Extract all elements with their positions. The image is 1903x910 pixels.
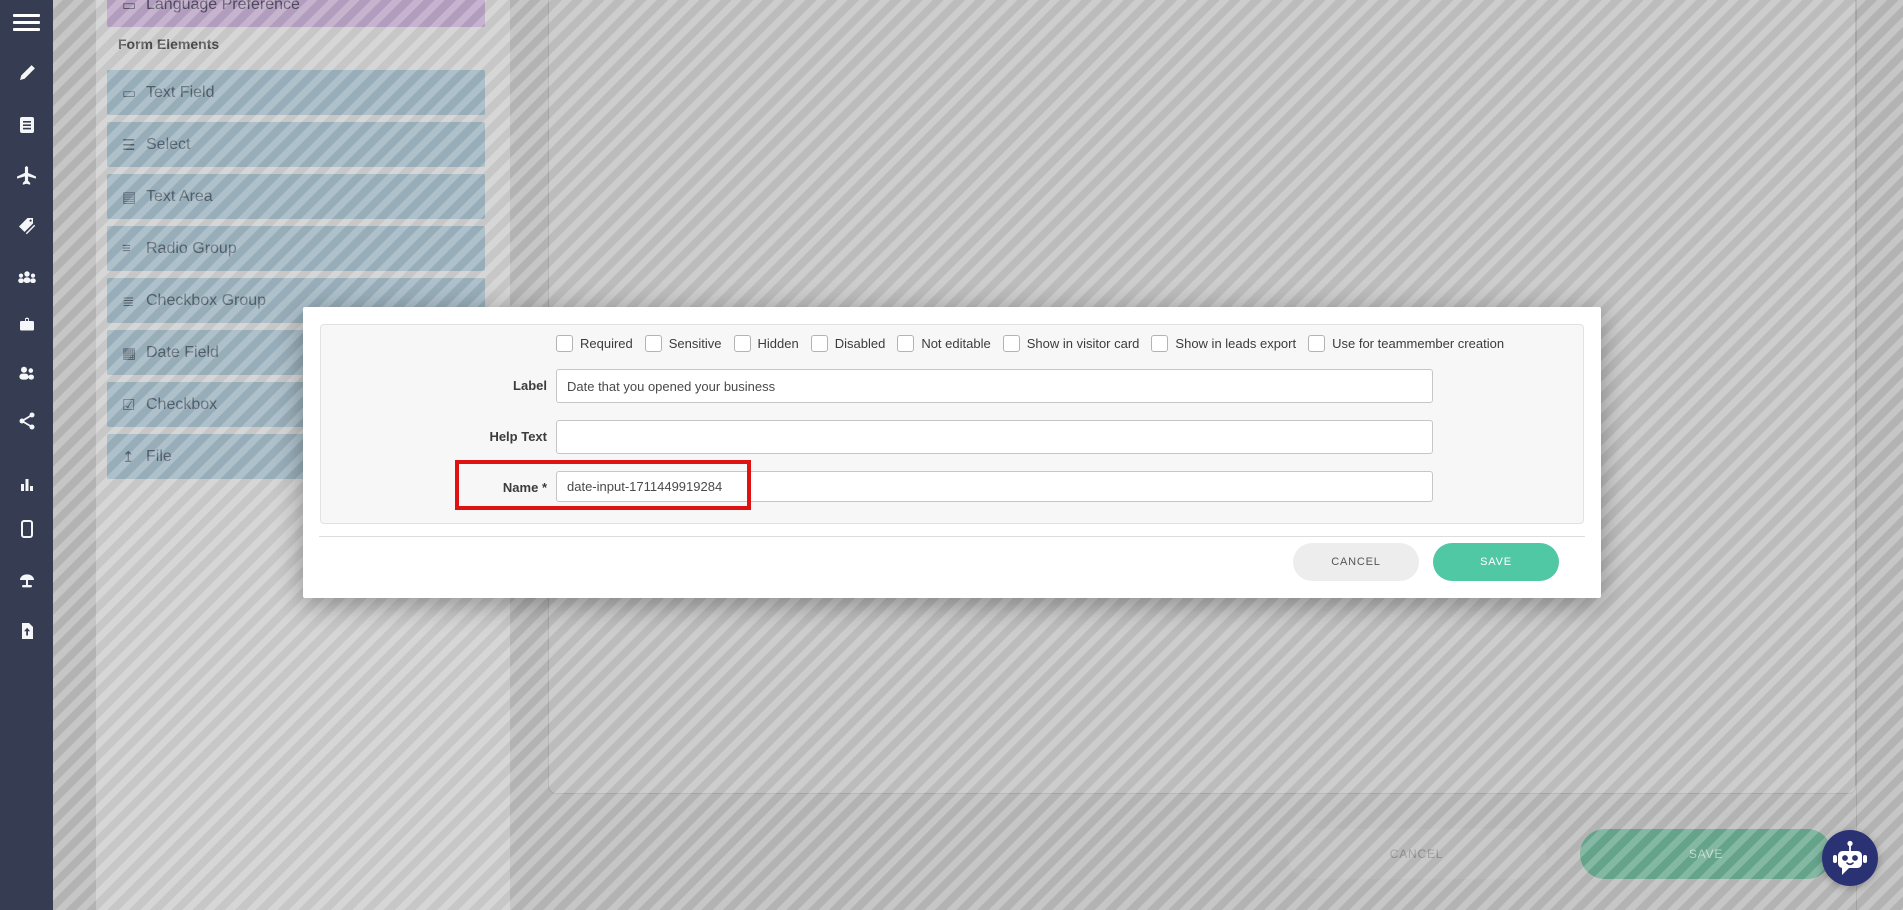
- sensitive-checkbox[interactable]: [645, 335, 662, 352]
- flag-use-for-teammember-creation: Use for teammember creation: [1308, 335, 1504, 352]
- show-in-leads-export-checkbox[interactable]: [1151, 335, 1168, 352]
- show-in-visitor-card-checkbox[interactable]: [1003, 335, 1020, 352]
- form-element-label: Select: [146, 136, 190, 154]
- field-settings-modal: Required Sensitive Hidden Disabled Not e…: [303, 307, 1601, 598]
- checkbox-group-icon: ≣: [122, 292, 146, 310]
- select-icon: ☰: [122, 136, 146, 154]
- group-icon[interactable]: [0, 266, 53, 288]
- checkbox-icon: ☑: [122, 396, 146, 414]
- date-field-icon: ▦: [122, 344, 146, 362]
- label-input[interactable]: [556, 369, 1433, 403]
- flag-label: Hidden: [758, 336, 799, 351]
- form-elements-header: Form Elements: [118, 36, 219, 52]
- form-element-label: Date Field: [146, 344, 219, 362]
- flag-show-in-leads-export: Show in leads export: [1151, 335, 1296, 352]
- form-element-label: Language Preference: [146, 0, 300, 14]
- airplane-icon[interactable]: [0, 164, 53, 186]
- flag-label: Show in visitor card: [1027, 336, 1140, 351]
- text-field-icon: ▭: [122, 84, 146, 102]
- flag-sensitive: Sensitive: [645, 335, 722, 352]
- form-element-language-preference[interactable]: ▭ Language Preference: [107, 0, 485, 27]
- robot-icon: [1822, 830, 1878, 886]
- chatbot-widget[interactable]: [1822, 830, 1878, 886]
- form-save-button[interactable]: SAVE: [1580, 829, 1832, 879]
- form-element-text-field[interactable]: ▭ Text Field: [107, 70, 485, 115]
- form-element-radio-group[interactable]: ≡ Radio Group: [107, 226, 485, 271]
- briefcase-icon[interactable]: [0, 313, 53, 335]
- required-checkbox[interactable]: [556, 335, 573, 352]
- menu-icon[interactable]: [13, 14, 40, 35]
- form-element-label: Text Area: [146, 188, 213, 206]
- label-field-label: Label: [407, 378, 547, 393]
- flag-label: Use for teammember creation: [1332, 336, 1504, 351]
- file-export-icon[interactable]: [0, 620, 53, 642]
- flag-not-editable: Not editable: [897, 335, 990, 352]
- booth-icon[interactable]: [0, 569, 53, 591]
- form-list-icon[interactable]: [0, 114, 53, 136]
- text-field-icon: ▭: [122, 0, 146, 14]
- flag-label: Not editable: [921, 336, 990, 351]
- use-for-teammember-creation-checkbox[interactable]: [1308, 335, 1325, 352]
- people-icon[interactable]: [0, 362, 53, 384]
- help-text-field-label: Help Text: [407, 429, 547, 444]
- text-area-icon: ▤: [122, 188, 146, 206]
- divider: [1856, 0, 1857, 910]
- flag-checkbox-row: Required Sensitive Hidden Disabled Not e…: [556, 335, 1504, 352]
- form-element-label: File: [146, 448, 172, 466]
- flag-required: Required: [556, 335, 633, 352]
- disabled-checkbox[interactable]: [811, 335, 828, 352]
- flag-show-in-visitor-card: Show in visitor card: [1003, 335, 1140, 352]
- form-element-label: Checkbox: [146, 396, 217, 414]
- bar-chart-icon[interactable]: [0, 474, 53, 496]
- red-highlight-rectangle: [455, 460, 751, 510]
- flag-hidden: Hidden: [734, 335, 799, 352]
- form-element-label: Checkbox Group: [146, 292, 266, 310]
- sidebar: [0, 0, 53, 910]
- divider: [319, 536, 1585, 537]
- tags-icon[interactable]: [0, 215, 53, 237]
- hidden-checkbox[interactable]: [734, 335, 751, 352]
- share-icon[interactable]: [0, 410, 53, 432]
- file-upload-icon: ↥: [122, 448, 146, 466]
- pencil-icon[interactable]: [0, 62, 53, 84]
- modal-save-button[interactable]: SAVE: [1433, 543, 1559, 581]
- radio-group-icon: ≡: [122, 240, 146, 257]
- mobile-icon[interactable]: [0, 518, 53, 540]
- not-editable-checkbox[interactable]: [897, 335, 914, 352]
- flag-label: Required: [580, 336, 633, 351]
- form-element-label: Text Field: [146, 84, 214, 102]
- form-element-select[interactable]: ☰ Select: [107, 122, 485, 167]
- flag-disabled: Disabled: [811, 335, 886, 352]
- flag-label: Show in leads export: [1175, 336, 1296, 351]
- form-cancel-button[interactable]: CANCEL: [1287, 829, 1546, 879]
- help-text-input[interactable]: [556, 420, 1433, 454]
- form-element-text-area[interactable]: ▤ Text Area: [107, 174, 485, 219]
- flag-label: Sensitive: [669, 336, 722, 351]
- form-element-label: Radio Group: [146, 240, 237, 258]
- modal-cancel-button[interactable]: CANCEL: [1293, 543, 1419, 581]
- flag-label: Disabled: [835, 336, 886, 351]
